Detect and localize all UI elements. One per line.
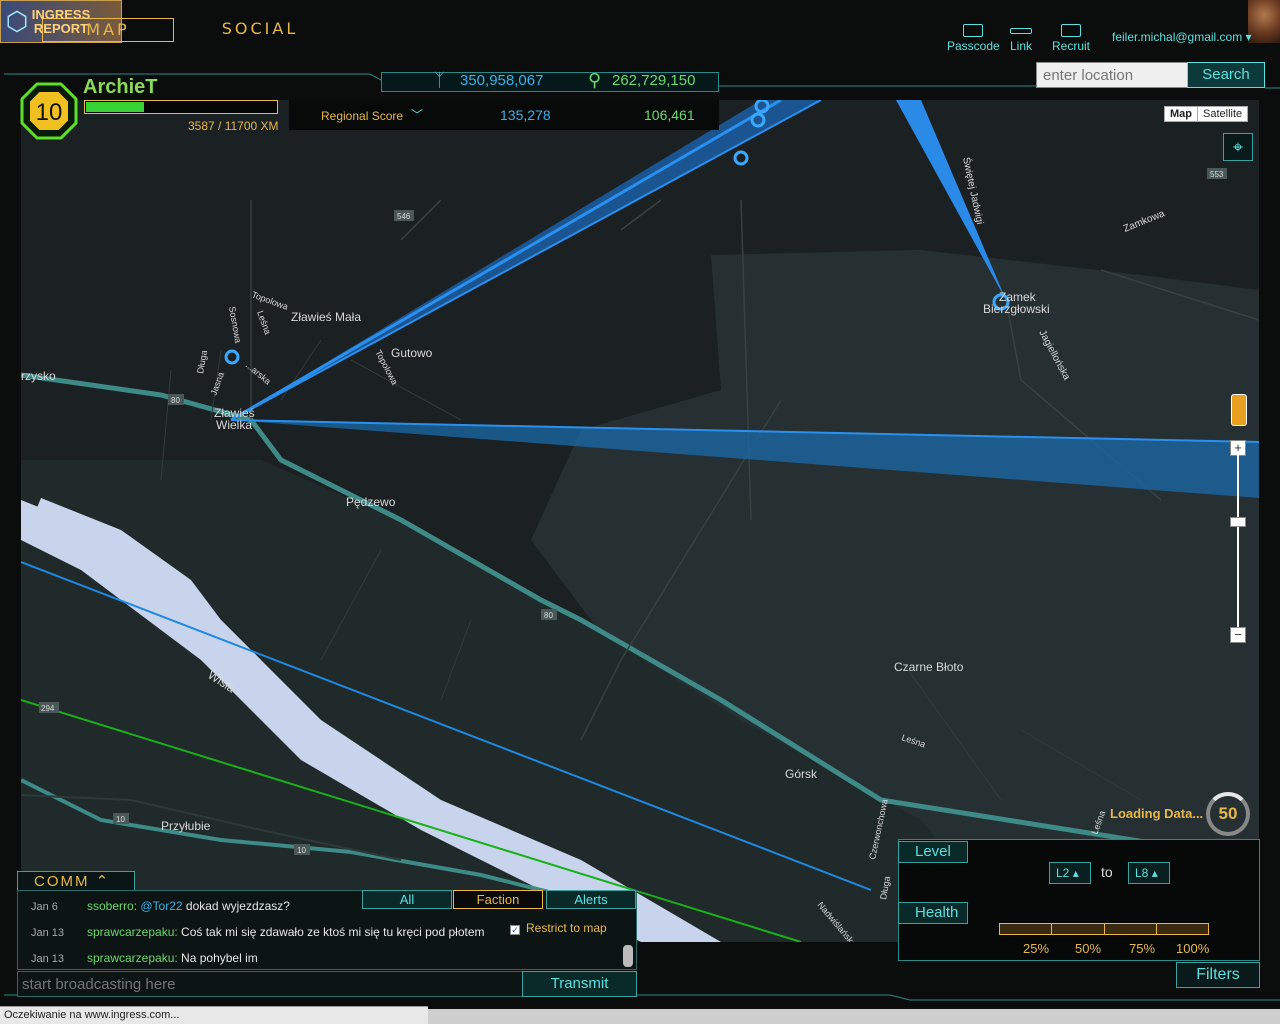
regional-score-resistance: 106,461 <box>644 107 695 123</box>
zoom-slider-thumb[interactable] <box>1230 517 1246 527</box>
map-label-dluga: Długa <box>195 349 209 374</box>
zoom-slider-track[interactable] <box>1237 455 1239 627</box>
comm-tab-alerts[interactable]: Alerts <box>546 890 636 909</box>
xm-bar-fill <box>86 102 144 112</box>
regional-score-toggle[interactable]: Regional Score <box>321 109 403 123</box>
level-max-value: L8 <box>1135 866 1149 880</box>
health-mark-100: 100% <box>1176 941 1210 956</box>
road-shield-553: 553 <box>1210 170 1224 179</box>
message-user[interactable]: sprawcarzepaku: <box>87 925 178 939</box>
message-user[interactable]: sprawcarzepaku: <box>87 951 178 965</box>
map-type-satellite[interactable]: Satellite <box>1198 107 1247 121</box>
loading-counter: 50 <box>1206 792 1250 836</box>
comm-message: Jan 6 ssoberro: @Tor22 dokad wyjezdzasz? <box>31 899 509 913</box>
level-min-value: L2 <box>1056 866 1070 880</box>
map-label-pedzewo: Pędzewo <box>346 495 396 509</box>
agent-name: ArchieT <box>83 76 158 98</box>
restrict-to-map-toggle[interactable]: ✓ Restrict to map <box>510 921 607 935</box>
enl-link-1 <box>230 100 782 422</box>
map-label-czarne-bloto: Czarne Błoto <box>894 660 964 674</box>
level-max-select[interactable]: L8 ▴ <box>1128 862 1170 884</box>
health-mark-75: 75% <box>1129 941 1156 956</box>
location-search-input[interactable] <box>1036 62 1188 88</box>
restrict-to-map-label: Restrict to map <box>526 921 607 935</box>
loading-status: Loading Data... <box>1110 806 1204 821</box>
message-text: dokad wyjezdzasz? <box>182 899 290 913</box>
map-label-zamkowa: Zamkowa <box>1122 208 1167 235</box>
health-mark-50: 50% <box>1075 941 1102 956</box>
xm-bar <box>84 100 278 114</box>
level-min-select[interactable]: L2 ▴ <box>1049 862 1091 884</box>
locate-me-button[interactable]: ⌖ <box>1223 133 1253 161</box>
enlightened-icon: ᛉ <box>434 70 445 90</box>
map-canvas[interactable]: Zławieś Mała Gutowo Zławieś Wielka Pędze… <box>21 100 1259 942</box>
map-label-gutowo: Gutowo <box>391 346 433 360</box>
health-mark-25: 25% <box>1023 941 1050 956</box>
street-view-pegman-icon[interactable] <box>1231 394 1247 426</box>
message-text: Na pohybel im <box>177 951 258 965</box>
map-label-zlawies-wielka-2: Wielka <box>216 418 252 432</box>
map-label-rzysko: rzysko <box>21 369 56 383</box>
road-shield-10b: 10 <box>297 846 306 855</box>
portal-zlawies[interactable] <box>224 349 240 365</box>
message-date: Jan 13 <box>31 953 65 965</box>
browser-status-filler <box>428 1009 1280 1024</box>
zoom-out-button[interactable]: − <box>1230 627 1246 643</box>
transmit-button[interactable]: Transmit <box>522 971 637 997</box>
health-divider <box>1051 923 1052 935</box>
map-label-lesna: Leśna <box>255 309 273 335</box>
resistance-icon: ⚲ <box>588 70 602 90</box>
global-score-enlightened: 350,958,067 <box>460 72 544 89</box>
triangle-up-icon: ▴ <box>1072 866 1079 880</box>
chevron-down-icon[interactable]: ﹀ <box>411 106 423 123</box>
map-label-bierzglowski: Bierzgłowski <box>983 302 1050 316</box>
map-label-sosnowa: Sosnowa <box>227 306 243 344</box>
comm-message: Jan 13 sprawcarzepaku: Na pohybel im <box>31 951 509 965</box>
agent-level-badge: 10 <box>20 82 78 140</box>
triangle-up-icon: ▴ <box>1151 866 1158 880</box>
filters-button[interactable]: Filters <box>1176 962 1260 988</box>
health-divider <box>1156 923 1157 935</box>
comm-toggle[interactable]: COMM ⌃ <box>17 871 135 891</box>
comm-scrollbar[interactable] <box>623 945 633 967</box>
portal-north-3[interactable] <box>733 150 749 166</box>
agent-level-number: 10 <box>36 99 63 126</box>
chevron-up-icon: ⌃ <box>95 873 111 890</box>
zoom-in-button[interactable]: + <box>1230 440 1246 456</box>
message-date: Jan 6 <box>31 901 58 913</box>
health-filter-label: Health <box>898 902 968 924</box>
map-label-przylubie: Przyłubie <box>161 819 211 833</box>
browser-status-bar: Oczekiwanie na www.ingress.com... <box>0 1006 428 1024</box>
comm-message: Jan 13 sprawcarzepaku: Coś tak mi się zda… <box>31 925 509 939</box>
message-text: Coś tak mi się zdawało ze ktoś mi się tu… <box>177 925 485 939</box>
map-label-topolowa: Topolowa <box>250 289 289 311</box>
map-type-control[interactable]: Map Satellite <box>1164 106 1249 122</box>
map-type-map[interactable]: Map <box>1165 107 1198 121</box>
regional-score-enlightened: 135,278 <box>500 107 551 123</box>
global-score-resistance: 262,729,150 <box>612 72 696 89</box>
health-divider <box>1104 923 1105 935</box>
road-shield-80b: 80 <box>544 611 553 620</box>
checkbox-checked-icon[interactable]: ✓ <box>510 925 520 935</box>
level-filter-label: Level <box>898 841 968 863</box>
message-mention[interactable]: @Tor22 <box>140 899 182 913</box>
map-label-jasna: Jasna <box>208 371 226 397</box>
comm-label: COMM <box>34 873 90 890</box>
level-range-to: to <box>1101 864 1113 880</box>
search-button[interactable]: Search <box>1187 62 1265 88</box>
message-user[interactable]: ssoberro: <box>87 899 137 913</box>
map-label-street: ...arska <box>244 360 273 387</box>
crosshair-icon: ⌖ <box>1232 137 1244 157</box>
road-shield-80a: 80 <box>171 396 180 405</box>
road-shield-10a: 10 <box>116 815 125 824</box>
map-label-zlawies-mala: Zławieś Mała <box>291 310 361 324</box>
road-shield-546: 546 <box>397 212 411 221</box>
message-date: Jan 13 <box>31 927 65 939</box>
road-shield-294: 294 <box>41 704 55 713</box>
broadcast-input[interactable] <box>17 971 523 997</box>
map-graphics: Zławieś Mała Gutowo Zławieś Wielka Pędze… <box>21 100 1259 942</box>
map-label-gorsk: Górsk <box>785 767 818 781</box>
xm-text: 3587 / 11700 XM <box>188 119 279 133</box>
